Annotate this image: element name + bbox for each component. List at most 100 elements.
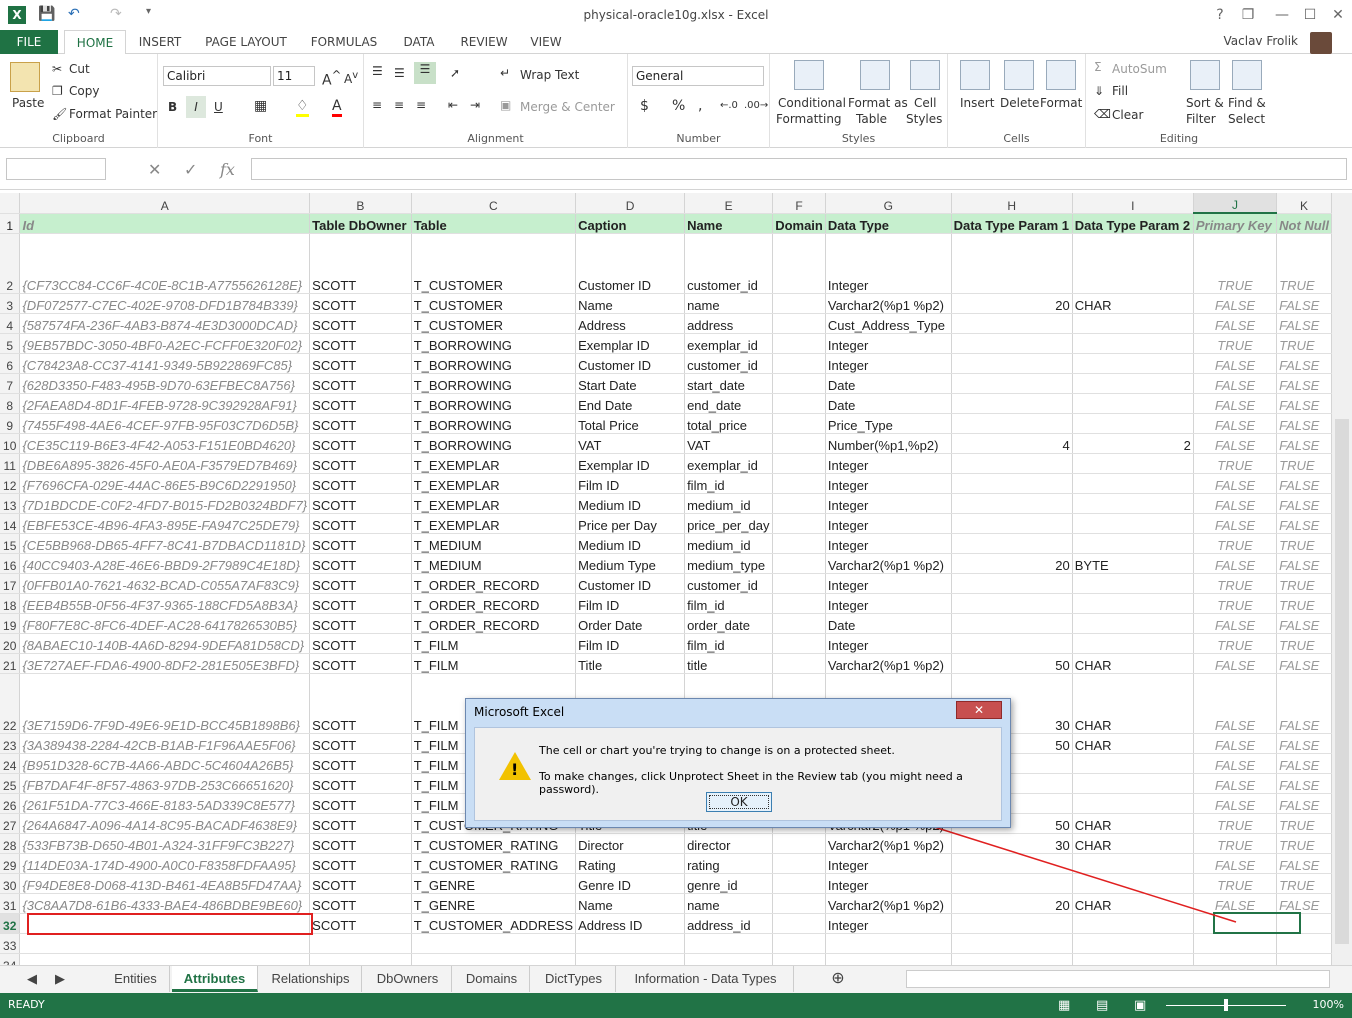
table-cell[interactable]: FALSE	[1193, 293, 1278, 314]
table-cell[interactable]: Varchar2(%p1 %p2)	[825, 653, 952, 674]
table-cell[interactable]	[1072, 853, 1194, 874]
table-cell[interactable]: SCOTT	[309, 673, 412, 734]
table-cell[interactable]: {3A389438-2284-42CB-B1AB-F1F96AAE5F06}	[19, 733, 311, 754]
table-cell[interactable]: TRUE	[1276, 833, 1332, 854]
orientation-icon[interactable]: ➚	[450, 66, 460, 80]
table-cell[interactable]: Integer	[825, 333, 952, 354]
table-cell[interactable]	[951, 333, 1073, 354]
table-cell[interactable]	[1072, 953, 1194, 965]
table-cell[interactable]: Exemplar ID	[575, 453, 686, 474]
table-cell[interactable]: T_EXEMPLAR	[411, 473, 577, 494]
table-cell[interactable]	[772, 533, 826, 554]
table-cell[interactable]: T_EXEMPLAR	[411, 493, 577, 514]
table-cell[interactable]: Integer	[825, 453, 952, 474]
increase-decimal-icon[interactable]: ←.0	[720, 100, 738, 111]
table-cell[interactable]: TRUE	[1193, 833, 1278, 854]
table-cell[interactable]: Date	[825, 613, 952, 634]
table-cell[interactable]	[772, 593, 826, 614]
table-cell[interactable]: CHAR	[1072, 653, 1194, 674]
table-cell[interactable]: SCOTT	[309, 433, 412, 454]
row-header[interactable]: 24	[0, 753, 21, 774]
table-cell[interactable]: customer_id	[684, 573, 774, 594]
table-cell[interactable]: TRUE	[1193, 573, 1278, 594]
currency-button[interactable]: $	[640, 98, 649, 114]
table-cell[interactable]: exemplar_id	[684, 333, 774, 354]
row-header[interactable]: 9	[0, 413, 21, 434]
table-cell[interactable]	[951, 353, 1073, 374]
table-cell[interactable]: T_CUSTOMER_RATING	[411, 833, 577, 854]
table-cell[interactable]: VAT	[575, 433, 686, 454]
table-cell[interactable]: FALSE	[1193, 733, 1278, 754]
table-cell[interactable]	[1072, 873, 1194, 894]
borders-icon[interactable]: ▦	[254, 98, 267, 114]
conditional-formatting-button[interactable]: Conditional	[778, 96, 846, 110]
table-cell[interactable]	[1072, 753, 1194, 774]
conditional-formatting-icon[interactable]	[794, 60, 824, 90]
table-cell[interactable]	[951, 493, 1073, 514]
table-cell[interactable]: Film ID	[575, 633, 686, 654]
table-cell[interactable]: {F94DE8E8-D068-413D-B461-4EA8B5FD47AA}	[19, 873, 311, 894]
align-left-icon[interactable]: ≡	[372, 98, 382, 112]
fill-color-icon[interactable]: ♢	[296, 98, 309, 117]
table-cell[interactable]: SCOTT	[309, 453, 412, 474]
table-cell[interactable]: FALSE	[1193, 493, 1278, 514]
table-cell[interactable]	[772, 433, 826, 454]
table-cell[interactable]: FALSE	[1276, 553, 1332, 574]
table-cell[interactable]: T_EXEMPLAR	[411, 453, 577, 474]
table-cell[interactable]: Total Price	[575, 413, 686, 434]
table-cell[interactable]	[772, 473, 826, 494]
table-cell[interactable]	[951, 233, 1073, 294]
table-cell[interactable]: T_ORDER_RECORD	[411, 593, 577, 614]
sheet-tab-attributes[interactable]: Attributes	[172, 966, 258, 992]
table-cell[interactable]: T_ORDER_RECORD	[411, 613, 577, 634]
table-cell[interactable]: {3C8AA7D8-61B6-4333-BAE4-486BDBE9BE60}	[19, 893, 311, 914]
table-cell[interactable]	[951, 853, 1073, 874]
insert-function-button[interactable]: fx	[220, 160, 235, 179]
table-cell[interactable]: FALSE	[1276, 393, 1332, 414]
table-cell[interactable]	[1276, 933, 1332, 954]
table-cell[interactable]: {F7696CFA-029E-44AC-86E5-B9C6D2291950}	[19, 473, 311, 494]
column-header-b[interactable]: B	[309, 193, 412, 214]
table-cell[interactable]: Integer	[825, 633, 952, 654]
table-cell[interactable]: 2	[1072, 433, 1194, 454]
paste-button[interactable]: Paste	[12, 96, 44, 110]
scrollbar-thumb[interactable]	[1335, 419, 1349, 944]
table-cell[interactable]: Varchar2(%p1 %p2)	[825, 553, 952, 574]
table-cell[interactable]: {533FB73B-D650-4B01-A324-31FF9FC3B227}	[19, 833, 311, 854]
table-cell[interactable]: T_ORDER_RECORD	[411, 573, 577, 594]
table-cell[interactable]: BYTE	[1072, 553, 1194, 574]
table-cell[interactable]: Customer ID	[575, 573, 686, 594]
table-cell[interactable]: Price per Day	[575, 513, 686, 534]
table-cell[interactable]: 20	[951, 553, 1073, 574]
table-cell[interactable]: T_BORROWING	[411, 333, 577, 354]
copy-icon[interactable]: ❐	[52, 84, 63, 98]
row-header[interactable]: 12	[0, 473, 21, 494]
table-cell[interactable]: Varchar2(%p1 %p2)	[825, 833, 952, 854]
table-cell[interactable]: T_BORROWING	[411, 373, 577, 394]
row-header[interactable]: 20	[0, 633, 21, 654]
table-cell[interactable]: Integer	[825, 493, 952, 514]
row-header[interactable]: 2	[0, 233, 21, 294]
next-sheet-icon[interactable]: ▶	[48, 966, 72, 992]
table-cell[interactable]	[1072, 933, 1194, 954]
table-cell[interactable]	[1072, 773, 1194, 794]
header-cell[interactable]: Data Type Param 1	[951, 213, 1073, 234]
table-cell[interactable]: {3E727AEF-FDA6-4900-8DF2-281E505E3BFD}	[19, 653, 311, 674]
column-header-d[interactable]: D	[575, 193, 686, 214]
tab-formulas[interactable]: FORMULAS	[304, 30, 384, 54]
close-window-button[interactable]: ✕	[1326, 4, 1350, 26]
table-cell[interactable]	[772, 233, 826, 294]
row-header[interactable]: 16	[0, 553, 21, 574]
table-cell[interactable]: FALSE	[1193, 653, 1278, 674]
table-cell[interactable]	[951, 473, 1073, 494]
column-header-k[interactable]: K	[1276, 193, 1332, 214]
sheet-tab-entities[interactable]: Entities	[102, 966, 170, 992]
table-cell[interactable]: FALSE	[1276, 353, 1332, 374]
table-cell[interactable]	[1072, 413, 1194, 434]
row-header[interactable]: 13	[0, 493, 21, 514]
table-cell[interactable]: T_CUSTOMER	[411, 233, 577, 294]
increase-indent-icon[interactable]: ⇥	[470, 98, 480, 112]
table-cell[interactable]: CHAR	[1072, 813, 1194, 834]
table-cell[interactable]: FALSE	[1193, 853, 1278, 874]
sheet-tab-dicttypes[interactable]: DictTypes	[532, 966, 616, 992]
